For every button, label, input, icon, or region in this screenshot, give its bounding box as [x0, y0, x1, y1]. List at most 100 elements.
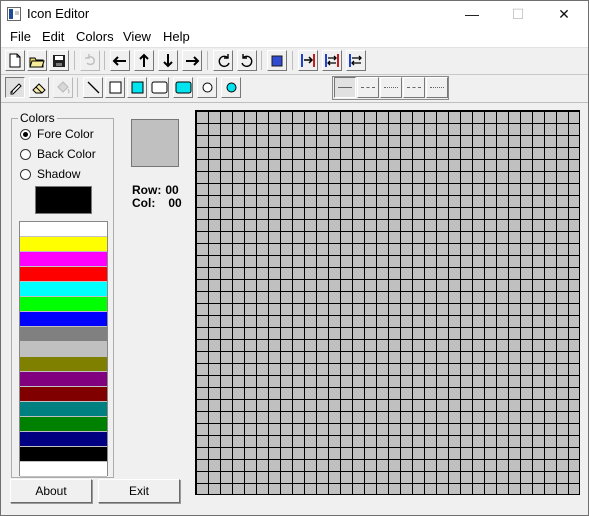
row-value: 00: [165, 183, 179, 197]
new-file-icon: [9, 53, 21, 68]
fore-color-label: Fore Color: [37, 127, 94, 141]
filled-rounded-rectangle-tool[interactable]: [173, 77, 193, 98]
filled-ellipse-icon: [226, 82, 236, 93]
exit-button[interactable]: Exit: [98, 479, 180, 503]
rotate-counterclockwise-button[interactable]: [237, 50, 257, 71]
line-style-solid[interactable]: [334, 77, 356, 98]
line-style-dash-dot-dot[interactable]: [426, 77, 448, 98]
arrow-down-icon: [163, 54, 173, 68]
line-tool[interactable]: [83, 77, 103, 98]
menu-colors[interactable]: Colors: [76, 29, 114, 44]
filled-ellipse-tool[interactable]: [221, 77, 241, 98]
shadow-option[interactable]: Shadow: [20, 166, 80, 182]
rotate-clockwise-icon: [218, 54, 230, 68]
palette-swatch[interactable]: [20, 327, 107, 342]
col-value: 00: [168, 196, 182, 210]
open-folder-icon: [29, 57, 45, 67]
rectangle-tool[interactable]: [105, 77, 125, 98]
colors-title: Colors: [18, 111, 57, 125]
line-style-dashed[interactable]: [357, 77, 379, 98]
mirror-icon: [325, 54, 339, 67]
ellipse-tool[interactable]: [197, 77, 217, 98]
filled-rectangle-tool[interactable]: [127, 77, 147, 98]
filled-rectangle-icon: [131, 81, 143, 94]
icon-editor-window: Icon Editor — ☐ ✕ File Edit Colors View …: [0, 0, 589, 516]
save-button[interactable]: [49, 50, 69, 71]
shadow-radio[interactable]: [20, 168, 31, 180]
fore-color-option[interactable]: Fore Color: [20, 126, 94, 142]
new-file-button[interactable]: [5, 50, 25, 71]
palette-swatch[interactable]: [20, 417, 107, 432]
menu-help[interactable]: Help: [163, 29, 190, 44]
pencil-icon: [10, 83, 22, 95]
colors-panel: Colors Fore Color Back Color Shadow: [11, 111, 114, 478]
main-toolbar: [1, 48, 588, 75]
rounded-rectangle-tool[interactable]: [149, 77, 169, 98]
mirror-button[interactable]: [322, 50, 342, 71]
exit-button-label: Exit: [128, 484, 149, 498]
color-button[interactable]: [267, 50, 287, 71]
pixel-editor-grid[interactable]: [195, 110, 580, 495]
menu-file[interactable]: File: [10, 29, 31, 44]
menu-view[interactable]: View: [123, 29, 151, 44]
flip-horizontal-button[interactable]: [298, 50, 318, 71]
rounded-rectangle-icon: [151, 81, 167, 94]
icon-preview: [131, 119, 179, 167]
palette-swatch[interactable]: [20, 297, 107, 312]
arrow-right-icon: [186, 55, 200, 66]
line-style-dotted[interactable]: [380, 77, 402, 98]
palette-swatch[interactable]: [20, 462, 107, 477]
row-readout: Row: 00: [132, 183, 179, 197]
back-color-radio[interactable]: [20, 148, 31, 160]
maximize-button: ☐: [511, 6, 525, 22]
fore-color-radio[interactable]: [20, 128, 31, 140]
rotate-clockwise-button[interactable]: [213, 50, 233, 71]
pencil-tool[interactable]: [5, 77, 25, 98]
line-style-dash-dot[interactable]: [403, 77, 425, 98]
palette-swatch[interactable]: [20, 282, 107, 297]
title-bar: Icon Editor — ☐ ✕: [1, 1, 588, 27]
shift-left-button[interactable]: [110, 50, 130, 71]
back-color-label: Back Color: [37, 147, 96, 161]
palette-swatch[interactable]: [20, 222, 107, 237]
minimize-button[interactable]: —: [449, 1, 495, 27]
undo-icon: [85, 53, 95, 65]
palette-swatch[interactable]: [20, 312, 107, 327]
filled-rounded-rectangle-icon: [175, 81, 191, 94]
swap-icon: [349, 54, 362, 67]
col-readout: Col: 00: [132, 196, 182, 210]
rotate-counterclockwise-icon: [240, 54, 252, 68]
rectangle-icon: [109, 81, 121, 94]
palette-swatch[interactable]: [20, 402, 107, 417]
palette-swatch[interactable]: [20, 447, 107, 462]
about-button[interactable]: About: [10, 479, 92, 503]
palette-swatch[interactable]: [20, 357, 107, 372]
fill-tool: [53, 77, 73, 98]
palette-swatch[interactable]: [20, 342, 107, 357]
palette-swatch[interactable]: [20, 237, 107, 252]
shift-up-button[interactable]: [134, 50, 154, 71]
color-palette: [19, 221, 108, 477]
window-title: Icon Editor: [27, 6, 90, 21]
swap-button[interactable]: [346, 50, 366, 71]
palette-swatch[interactable]: [20, 372, 107, 387]
flip-horizontal-icon: [301, 54, 315, 67]
shift-right-button[interactable]: [182, 50, 202, 71]
app-icon: [7, 7, 21, 21]
arrow-left-icon: [112, 55, 126, 66]
palette-swatch[interactable]: [20, 387, 107, 402]
line-icon: [87, 81, 99, 94]
stop-color-icon: [271, 55, 283, 66]
eraser-tool[interactable]: [29, 77, 49, 98]
menu-edit[interactable]: Edit: [42, 29, 64, 44]
ellipse-icon: [202, 82, 212, 93]
shadow-label: Shadow: [37, 167, 81, 181]
palette-swatch[interactable]: [20, 267, 107, 282]
close-button[interactable]: ✕: [541, 1, 587, 27]
palette-swatch[interactable]: [20, 432, 107, 447]
open-button[interactable]: [27, 50, 47, 71]
arrow-up-icon: [139, 53, 149, 67]
shift-down-button[interactable]: [158, 50, 178, 71]
palette-swatch[interactable]: [20, 252, 107, 267]
back-color-option[interactable]: Back Color: [20, 146, 96, 162]
